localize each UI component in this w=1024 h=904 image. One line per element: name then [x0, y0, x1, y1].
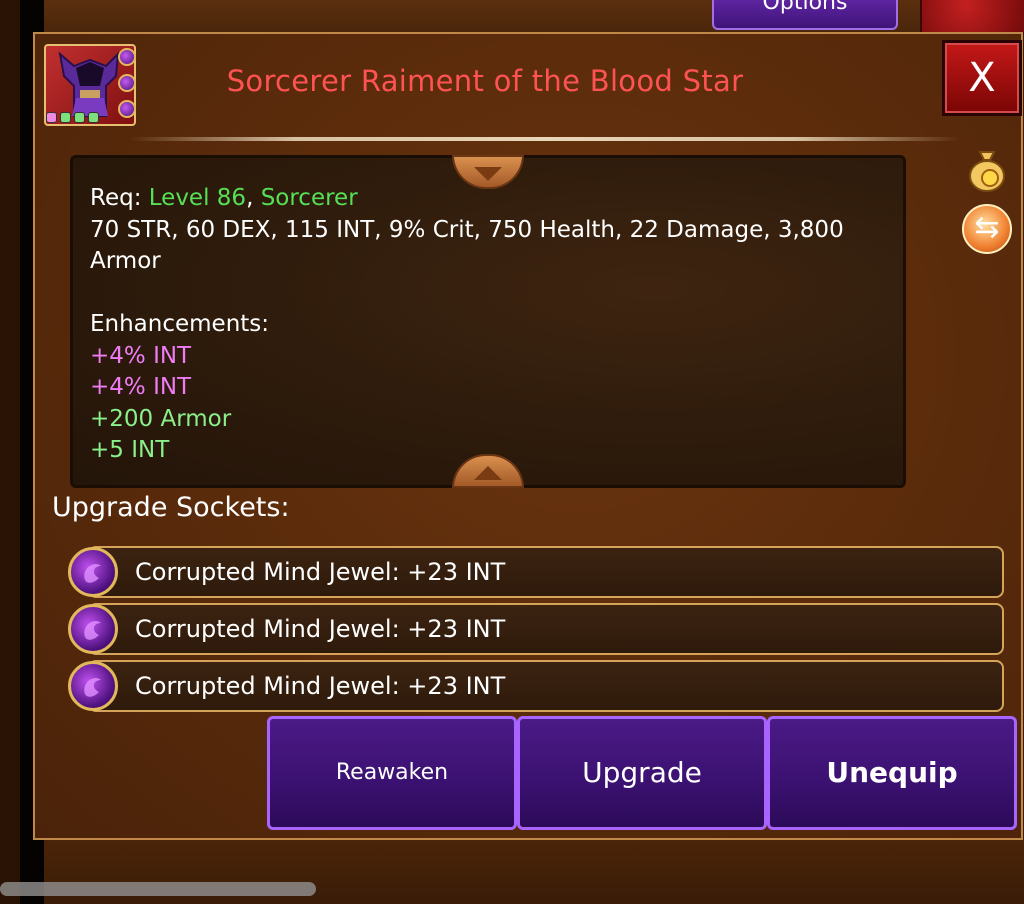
money-bag-icon[interactable] [966, 146, 1008, 192]
stats-text: Req: Level 86, Sorcerer 70 STR, 60 DEX, … [90, 183, 890, 467]
enhancement-item: +200 Armor [90, 405, 232, 432]
reawaken-button[interactable]: Reawaken [267, 716, 517, 830]
close-button[interactable]: X [942, 40, 1022, 116]
top-right-red-panel [920, 0, 1024, 34]
jewel-icon [68, 604, 118, 654]
req-level: Level 86 [148, 185, 247, 211]
gem-slot-icon [118, 48, 136, 66]
socket-text: Corrupted Mind Jewel: +23 INT [135, 672, 506, 700]
enhancement-pip [46, 112, 57, 123]
req-class: Sorcerer [260, 185, 358, 211]
enhancements-label: Enhancements: [90, 311, 270, 337]
item-title: Sorcerer Raiment of the Blood Star [226, 64, 744, 98]
swap-arrows-icon[interactable]: ⇆ [962, 204, 1012, 254]
base-stats-line: 70 STR, 60 DEX, 115 INT, 9% Crit, 750 He… [90, 216, 844, 243]
enhancement-pip [60, 112, 71, 123]
unequip-button[interactable]: Unequip [767, 716, 1017, 830]
background-strip [0, 0, 20, 904]
upgrade-sockets-label: Upgrade Sockets: [52, 492, 290, 523]
title-divider [130, 137, 960, 141]
socket-text: Corrupted Mind Jewel: +23 INT [135, 558, 506, 586]
requirement-line: Req: Level 86, Sorcerer [90, 183, 890, 215]
enhancement-item: +4% INT [90, 342, 192, 369]
enhancement-pip [74, 112, 85, 123]
options-button[interactable]: Options [712, 0, 898, 30]
enhancement-item: +4% INT [90, 374, 192, 400]
upgrade-button[interactable]: Upgrade [517, 716, 767, 830]
base-stats-line-2: Armor [90, 248, 161, 274]
req-label: Req: [90, 185, 142, 211]
jewel-icon [68, 661, 118, 711]
enhancement-item: +5 INT [90, 437, 170, 463]
gem-slot-icon [118, 100, 136, 118]
jewel-icon [68, 547, 118, 597]
gem-slot-icon [118, 74, 136, 92]
enhancement-pip [88, 112, 99, 123]
socket-text: Corrupted Mind Jewel: +23 INT [135, 615, 506, 643]
req-separator: , [246, 185, 254, 211]
horizontal-scrollbar[interactable] [0, 882, 316, 896]
